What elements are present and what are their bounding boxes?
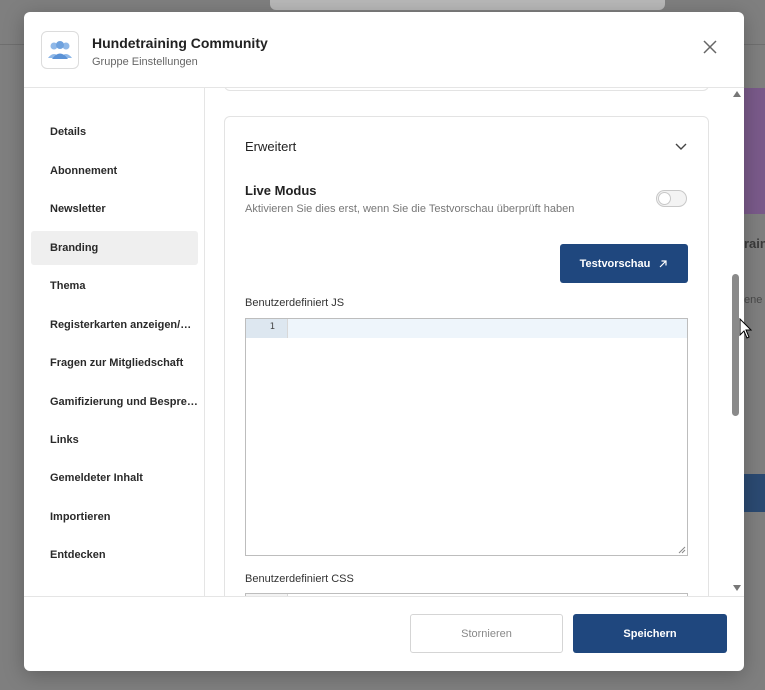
test-preview-label: Testvorschau	[579, 257, 651, 270]
test-preview-button[interactable]: Testvorschau	[560, 244, 688, 283]
sidebar-item-branding[interactable]: Branding	[31, 231, 198, 265]
custom-js-label: Benutzerdefiniert JS	[245, 297, 345, 309]
sidebar-item-importieren[interactable]: Importieren	[31, 500, 198, 534]
sidebar-item-abonnement[interactable]: Abonnement	[31, 154, 198, 188]
background-search-bar	[270, 0, 665, 10]
group-title: Hundetraining Community	[92, 35, 268, 51]
modal-header: Hundetraining Community Gruppe Einstellu…	[24, 12, 744, 88]
settings-content: Erweitert Live Modus Aktivieren Sie dies…	[205, 88, 744, 596]
background-button	[744, 474, 765, 512]
scroll-thumb[interactable]	[732, 274, 739, 416]
scroll-up-arrow-icon[interactable]	[733, 91, 741, 97]
group-settings-modal: Hundetraining Community Gruppe Einstellu…	[24, 12, 744, 671]
sidebar-item-newsletter[interactable]: Newsletter	[31, 192, 198, 226]
close-button[interactable]	[700, 37, 720, 57]
live-mode-label: Live Modus	[245, 183, 317, 198]
content-scrollbar[interactable]	[731, 88, 744, 596]
external-link-icon	[659, 259, 667, 267]
sidebar-item-thema[interactable]: Thema	[31, 269, 198, 303]
custom-css-label: Benutzerdefiniert CSS	[245, 573, 354, 585]
group-people-icon	[48, 41, 72, 59]
collapse-toggle[interactable]	[674, 139, 688, 153]
sidebar-item-mitgliedschaft[interactable]: Fragen zur Mitgliedschaft	[31, 346, 198, 380]
scroll-down-arrow-icon[interactable]	[733, 585, 741, 591]
chevron-down-icon	[675, 143, 687, 150]
line-number: 1	[269, 322, 275, 332]
sidebar-item-gamifizierung[interactable]: Gamifizierung und Bespre…	[31, 385, 198, 419]
resize-handle-icon[interactable]	[678, 546, 686, 554]
cancel-button[interactable]: Stornieren	[410, 614, 563, 653]
sidebar-item-registerkarten[interactable]: Registerkarten anzeigen/…	[31, 308, 198, 342]
background-text-fragment: ene	[744, 294, 763, 306]
sidebar-item-gemeldeter-inhalt[interactable]: Gemeldeter Inhalt	[31, 461, 198, 495]
modal-footer: Stornieren Speichern	[24, 596, 744, 671]
sidebar-item-links[interactable]: Links	[31, 423, 198, 457]
active-line	[246, 319, 687, 338]
advanced-section-title[interactable]: Erweitert	[245, 139, 296, 154]
sidebar-item-entdecken[interactable]: Entdecken	[31, 538, 198, 572]
toggle-knob	[658, 192, 671, 205]
close-icon	[703, 40, 717, 54]
modal-subtitle: Gruppe Einstellungen	[92, 56, 198, 68]
live-mode-description: Aktivieren Sie dies erst, wenn Sie die T…	[245, 203, 575, 215]
mouse-cursor-icon	[739, 318, 753, 339]
live-mode-toggle[interactable]	[656, 190, 687, 207]
advanced-section: Erweitert Live Modus Aktivieren Sie dies…	[224, 116, 709, 596]
settings-sidebar: Details Abonnement Newsletter Branding T…	[24, 88, 205, 596]
background-banner	[744, 88, 765, 214]
gutter-divider	[287, 319, 288, 338]
previous-section-card	[224, 88, 709, 91]
background-heading-fragment: rain	[744, 236, 765, 251]
sidebar-item-details[interactable]: Details	[31, 115, 198, 149]
group-logo	[41, 31, 79, 69]
custom-js-editor[interactable]: 1	[245, 318, 688, 556]
save-button[interactable]: Speichern	[573, 614, 727, 653]
